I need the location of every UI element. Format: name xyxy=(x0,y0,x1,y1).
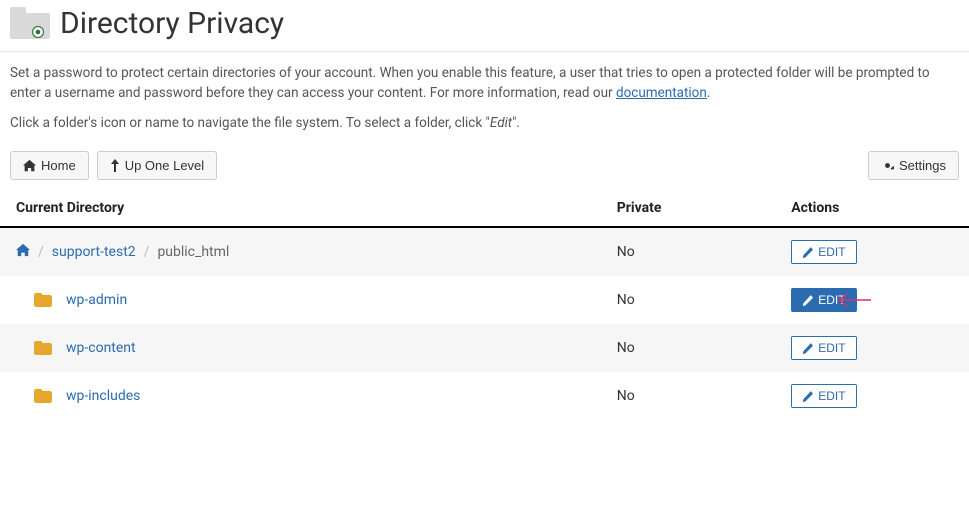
breadcrumb-separator: / xyxy=(38,244,44,260)
folder-icon xyxy=(34,341,52,355)
documentation-link[interactable]: documentation xyxy=(616,85,707,101)
toolbar-left: Home Up One Level xyxy=(10,151,217,180)
private-value: No xyxy=(601,227,775,276)
private-value: No xyxy=(601,372,775,420)
breadcrumb-current: public_html xyxy=(157,244,229,260)
edit-button[interactable]: EDIT xyxy=(791,384,856,408)
pencil-icon xyxy=(802,343,813,354)
edit-button[interactable]: EDIT xyxy=(791,336,856,360)
breadcrumb: / support-test2 / public_html xyxy=(16,243,585,261)
intro-text: Set a password to protect certain direct… xyxy=(0,52,969,103)
folder-name-link[interactable]: wp-admin xyxy=(66,292,127,308)
page-title: Directory Privacy xyxy=(60,6,284,41)
table-row: wp-includes No EDIT xyxy=(0,372,969,420)
folder-entry: wp-content xyxy=(16,340,585,356)
gear-icon xyxy=(881,159,894,172)
directory-table: Current Directory Private Actions / supp… xyxy=(0,190,969,420)
col-header-private: Private xyxy=(601,190,775,227)
toolbar: Home Up One Level Settings xyxy=(0,145,969,190)
private-value: No xyxy=(601,324,775,372)
settings-button-label: Settings xyxy=(899,158,946,173)
home-icon xyxy=(16,243,30,257)
intro-sub-em: Edit xyxy=(490,115,512,131)
intro-sub-suffix: ". xyxy=(512,115,520,131)
edit-button-label: EDIT xyxy=(818,245,845,259)
intro-before: Set a password to protect certain direct… xyxy=(10,65,930,101)
intro-sub-text: Click a folder's icon or name to navigat… xyxy=(0,103,969,145)
folder-icon xyxy=(34,389,52,403)
pencil-icon xyxy=(802,391,813,402)
annotation-arrow-icon xyxy=(835,293,871,307)
folder-entry: wp-admin xyxy=(16,292,585,308)
table-header-row: Current Directory Private Actions xyxy=(0,190,969,227)
folder-entry: wp-includes xyxy=(16,388,585,404)
folder-icon xyxy=(34,293,52,307)
table-row: wp-content No EDIT xyxy=(0,324,969,372)
breadcrumb-separator: / xyxy=(144,244,150,260)
breadcrumb-segment-1[interactable]: support-test2 xyxy=(52,244,136,260)
pencil-icon xyxy=(802,295,813,306)
home-icon xyxy=(23,159,36,172)
directory-privacy-icon xyxy=(10,7,50,41)
pencil-icon xyxy=(802,247,813,258)
settings-button[interactable]: Settings xyxy=(868,151,959,180)
edit-button-label: EDIT xyxy=(818,341,845,355)
table-row-breadcrumb: / support-test2 / public_html No EDIT xyxy=(0,227,969,276)
up-one-level-button[interactable]: Up One Level xyxy=(97,151,218,180)
table-row: wp-adminNoEDIT xyxy=(0,276,969,324)
up-button-label: Up One Level xyxy=(125,158,205,173)
breadcrumb-home-link[interactable] xyxy=(16,243,30,261)
private-value: No xyxy=(601,276,775,324)
edit-button[interactable]: EDIT xyxy=(791,240,856,264)
edit-button-label: EDIT xyxy=(818,389,845,403)
page-header: Directory Privacy xyxy=(0,0,969,52)
home-button[interactable]: Home xyxy=(10,151,89,180)
folder-name-link[interactable]: wp-content xyxy=(66,340,136,356)
col-header-actions: Actions xyxy=(775,190,969,227)
intro-after: . xyxy=(707,85,711,101)
intro-sub-prefix: Click a folder's icon or name to navigat… xyxy=(10,115,490,131)
home-button-label: Home xyxy=(41,158,76,173)
col-header-directory: Current Directory xyxy=(0,190,601,227)
folder-name-link[interactable]: wp-includes xyxy=(66,388,140,404)
up-arrow-icon xyxy=(110,159,120,172)
